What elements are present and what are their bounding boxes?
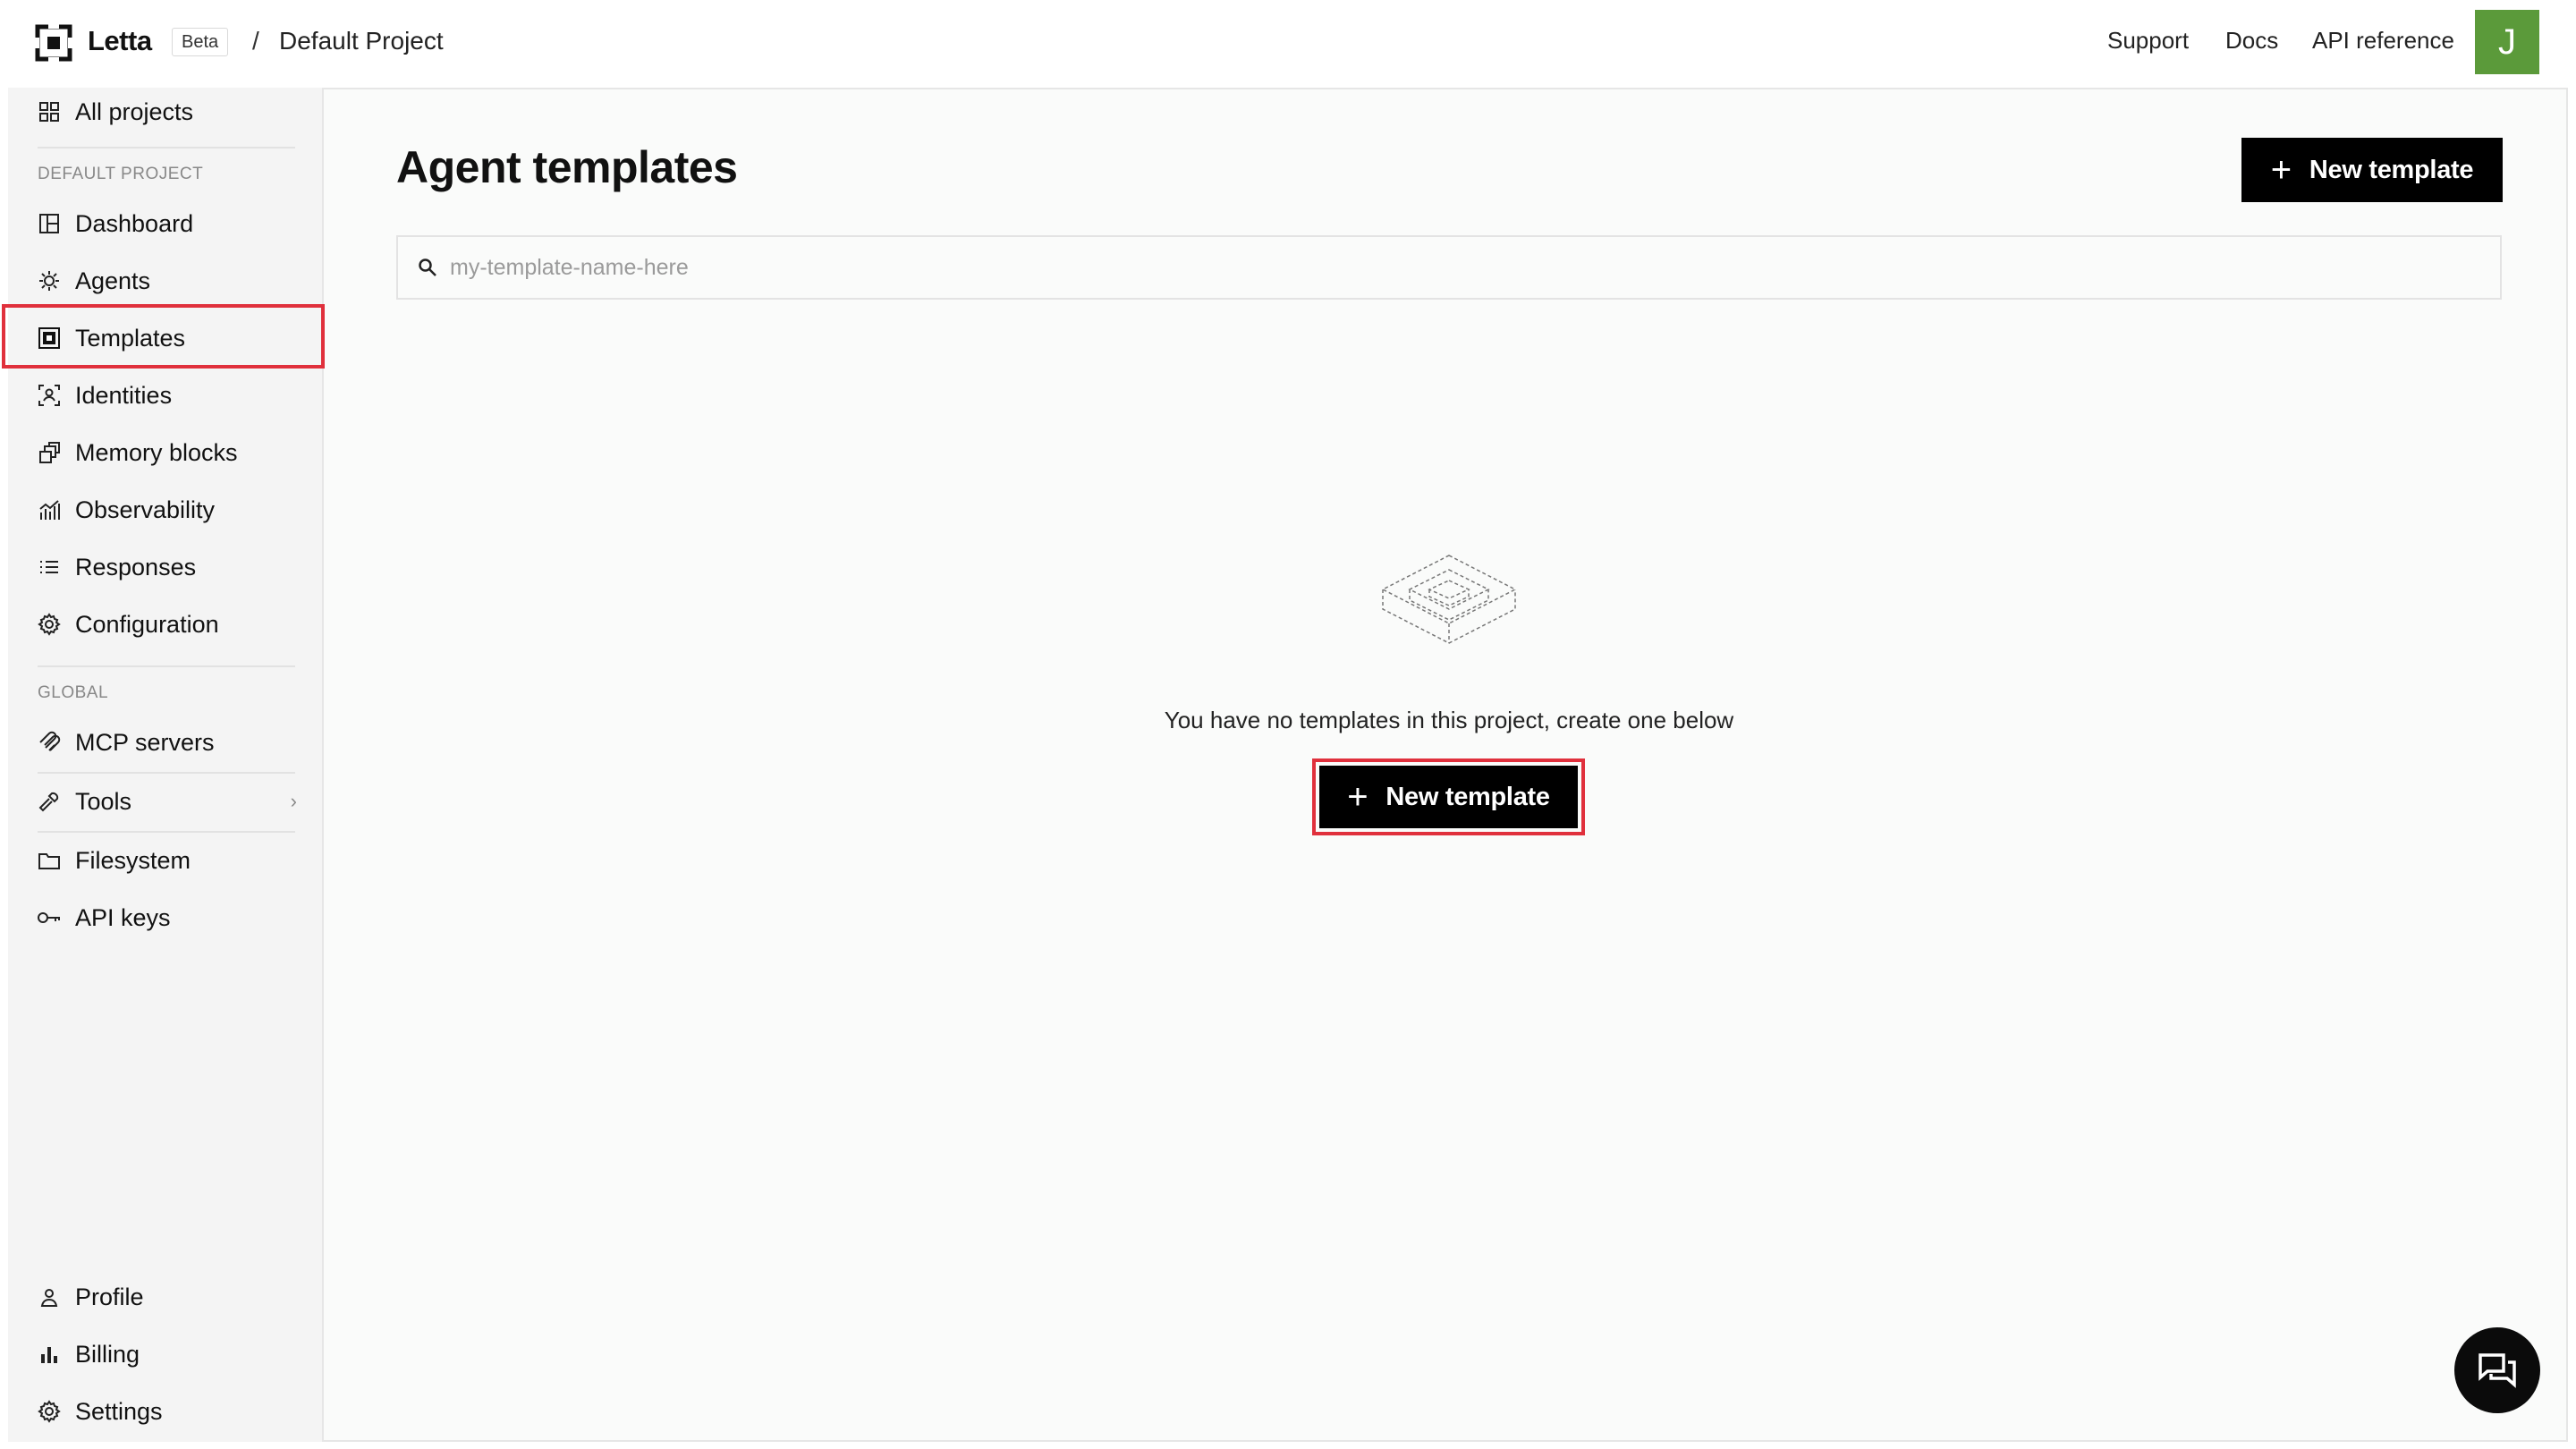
sidebar-item-settings[interactable]: Settings: [20, 1388, 311, 1435]
profile-icon: [36, 1284, 63, 1310]
sidebar-item-memory-blocks[interactable]: Memory blocks: [20, 429, 311, 476]
dashboard-icon: [36, 210, 63, 237]
agents-icon: [36, 267, 63, 294]
sidebar-item-api-keys[interactable]: API keys: [20, 894, 311, 941]
sidebar-item-observability[interactable]: Observability: [20, 487, 311, 533]
api-reference-link[interactable]: API reference: [2312, 27, 2454, 55]
user-avatar[interactable]: J: [2475, 10, 2539, 74]
sidebar-item-filesystem[interactable]: Filesystem: [20, 837, 311, 884]
sidebar-divider: [38, 831, 295, 833]
sidebar-item-agents[interactable]: Agents: [20, 258, 311, 304]
sidebar-item-label: Responses: [75, 553, 197, 580]
folder-icon: [36, 847, 63, 874]
sidebar-item-label: Dashboard: [75, 209, 194, 237]
breadcrumb-project[interactable]: Default Project: [279, 27, 444, 55]
page-title: Agent templates: [396, 142, 738, 192]
beta-badge: Beta: [172, 28, 229, 56]
sidebar-item-label: Identities: [75, 381, 173, 409]
sidebar-item-label: Agents: [75, 267, 151, 294]
empty-state-message: You have no templates in this project, c…: [1164, 707, 1734, 733]
sidebar-item-label: Tools: [75, 787, 132, 815]
sidebar-item-label: API keys: [75, 903, 171, 931]
new-template-button[interactable]: + New template: [2241, 138, 2503, 202]
sidebar: All projects DEFAULT PROJECT Dashboard A…: [8, 88, 324, 1442]
templates-highlight-box: [2, 304, 325, 369]
letta-logo-icon[interactable]: [34, 23, 73, 63]
docs-link[interactable]: Docs: [2225, 27, 2278, 55]
sidebar-item-label: Billing: [75, 1340, 140, 1368]
cta-highlight-box: [1312, 758, 1585, 835]
identities-icon: [36, 382, 63, 409]
sidebar-item-identities[interactable]: Identities: [20, 372, 311, 419]
tools-icon: [36, 788, 63, 815]
key-icon: [36, 904, 63, 931]
sidebar-item-label: Memory blocks: [75, 438, 238, 466]
sidebar-divider: [38, 147, 295, 148]
billing-icon: [36, 1341, 63, 1368]
sidebar-item-tools[interactable]: Tools ›: [20, 778, 311, 825]
sidebar-item-responses[interactable]: Responses: [20, 544, 311, 590]
grid-icon: [36, 98, 63, 125]
top-bar: Letta Beta / Default Project Support Doc…: [0, 0, 2576, 88]
sidebar-item-label: Observability: [75, 496, 216, 523]
sidebar-divider: [38, 772, 295, 774]
search-input[interactable]: [450, 254, 2418, 281]
chat-button[interactable]: [2454, 1327, 2540, 1413]
configuration-icon: [36, 611, 63, 638]
search-bar[interactable]: [396, 235, 2502, 300]
sidebar-item-label: Settings: [75, 1397, 163, 1425]
plus-icon: +: [2270, 150, 2292, 190]
support-link[interactable]: Support: [2107, 27, 2189, 55]
memory-blocks-icon: [36, 439, 63, 466]
responses-icon: [36, 554, 63, 580]
breadcrumb-separator: /: [252, 27, 259, 55]
chat-icon: [2479, 1353, 2516, 1388]
empty-state-illustration: [1381, 555, 1517, 644]
sidebar-item-dashboard[interactable]: Dashboard: [20, 200, 311, 247]
settings-icon: [36, 1398, 63, 1425]
sidebar-item-label: Filesystem: [75, 846, 191, 874]
new-template-label: New template: [2309, 155, 2474, 184]
observability-icon: [36, 496, 63, 523]
avatar-initial: J: [2498, 21, 2516, 62]
section-label-global: GLOBAL: [38, 683, 109, 702]
search-icon: [418, 258, 437, 277]
sidebar-item-billing[interactable]: Billing: [20, 1331, 311, 1377]
sidebar-item-label: Profile: [75, 1283, 144, 1310]
sidebar-item-label: All projects: [75, 97, 194, 125]
sidebar-item-label: Configuration: [75, 610, 219, 638]
section-label-project: DEFAULT PROJECT: [38, 165, 204, 183]
brand-name[interactable]: Letta: [88, 25, 152, 57]
sidebar-item-configuration[interactable]: Configuration: [20, 601, 311, 648]
chevron-right-icon: ›: [290, 790, 297, 812]
sidebar-item-profile[interactable]: Profile: [20, 1274, 311, 1320]
sidebar-item-all-projects[interactable]: All projects: [20, 89, 311, 135]
sidebar-divider: [38, 665, 295, 667]
